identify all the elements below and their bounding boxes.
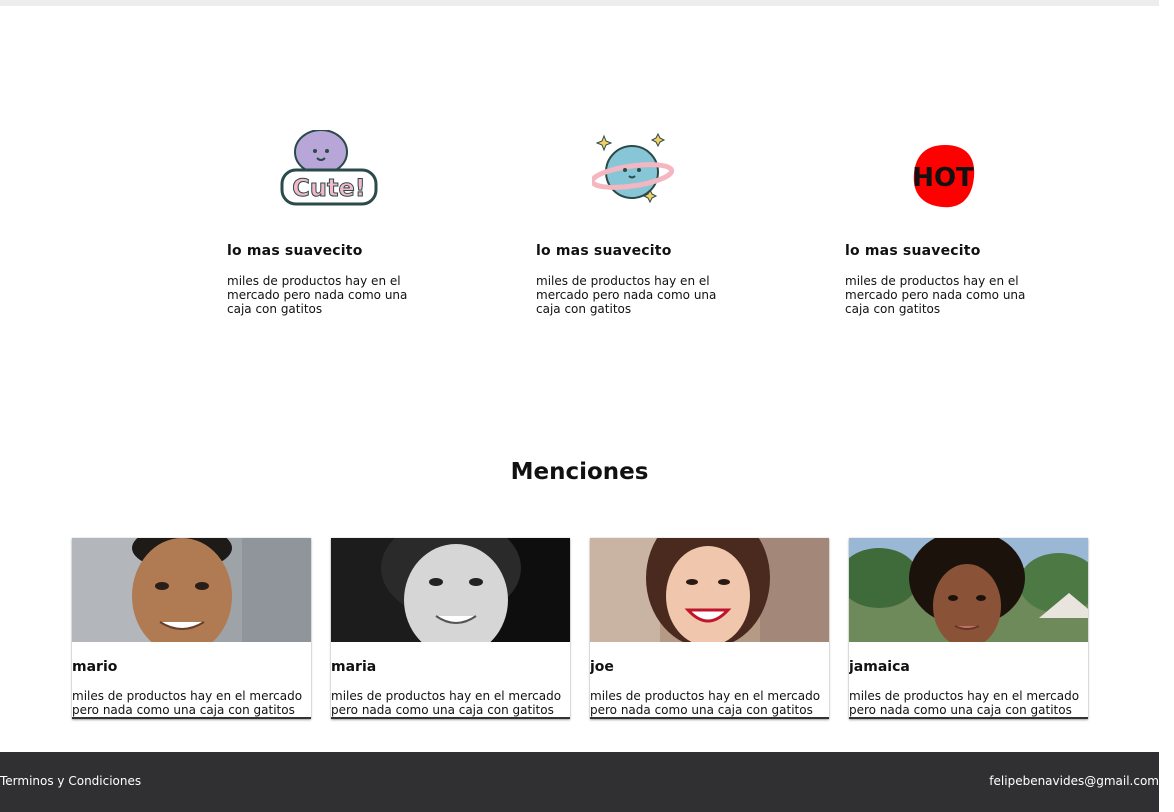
- feature-card: lo mas suavecito miles de productos hay …: [536, 125, 726, 316]
- feature-description: miles de productos hay en el mercado per…: [536, 274, 717, 316]
- mention-text: miles de productos hay en el mercado per…: [331, 689, 562, 717]
- mention-card[interactable]: maria miles de productos hay en el merca…: [331, 538, 570, 719]
- svg-text:Cute!: Cute!: [292, 174, 365, 202]
- avatar-photo: [849, 538, 1088, 642]
- avatar-photo: [590, 538, 829, 642]
- mention-card[interactable]: mario miles de productos hay en el merca…: [72, 538, 311, 719]
- hot-sticker-icon: HOT: [845, 125, 1035, 220]
- feature-title: lo mas suavecito: [227, 243, 363, 259]
- avatar-photo: [72, 538, 311, 642]
- footer: Terminos y Condiciones felipebenavides@g…: [0, 752, 1159, 812]
- cute-sticker-icon: Cute!: [227, 125, 417, 220]
- mention-text: miles de productos hay en el mercado per…: [590, 689, 821, 717]
- feature-description: miles de productos hay en el mercado per…: [845, 274, 1026, 316]
- feature-title: lo mas suavecito: [845, 243, 981, 259]
- vertical-scrollbar[interactable]: [1159, 0, 1174, 812]
- planet-sticker-icon: [536, 125, 726, 220]
- mention-card[interactable]: jamaica miles de productos hay en el mer…: [849, 538, 1088, 719]
- mention-card[interactable]: joe miles de productos hay en el mercado…: [590, 538, 829, 719]
- contact-email: felipebenavides@gmail.com: [989, 774, 1159, 788]
- feature-title: lo mas suavecito: [536, 243, 672, 259]
- mention-name: jamaica: [849, 659, 910, 675]
- svg-text:HOT: HOT: [912, 163, 974, 193]
- mention-name: mario: [72, 659, 118, 675]
- mention-text: miles de productos hay en el mercado per…: [849, 689, 1080, 717]
- feature-card: HOT lo mas suavecito miles de productos …: [845, 125, 1035, 316]
- terms-link[interactable]: Terminos y Condiciones: [0, 774, 141, 788]
- mention-text: miles de productos hay en el mercado per…: [72, 689, 303, 717]
- mention-name: maria: [331, 659, 377, 675]
- feature-description: miles de productos hay en el mercado per…: [227, 274, 408, 316]
- avatar-photo: [331, 538, 570, 642]
- mention-name: joe: [590, 659, 614, 675]
- feature-card: Cute! lo mas suavecito miles de producto…: [227, 125, 417, 316]
- top-scrollbar[interactable]: [0, 0, 1159, 6]
- section-title: Menciones: [510, 459, 649, 485]
